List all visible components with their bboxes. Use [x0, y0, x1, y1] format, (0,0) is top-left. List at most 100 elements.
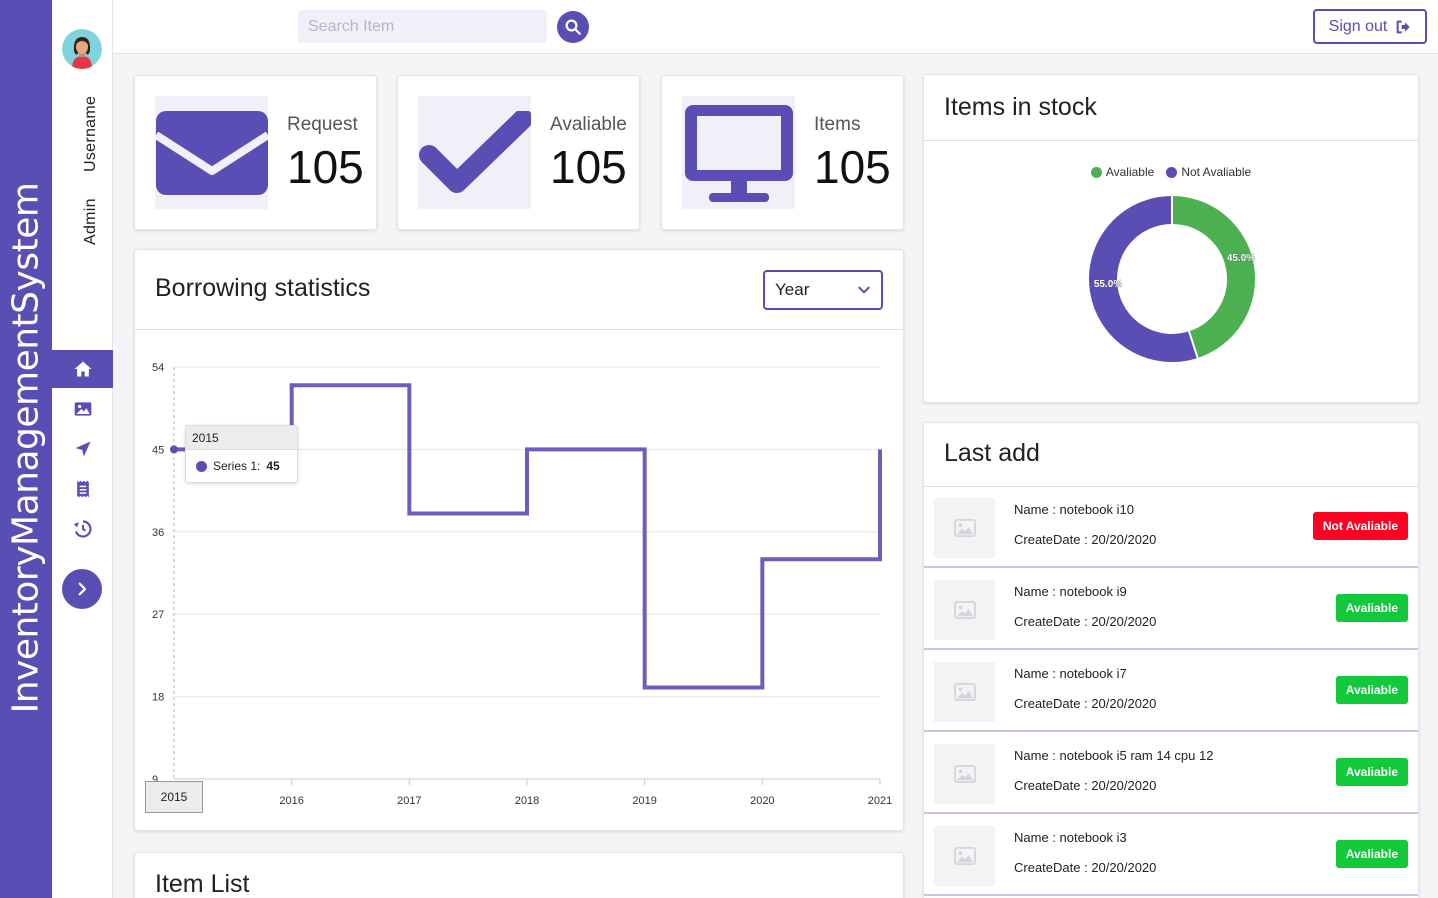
image-placeholder-icon	[953, 847, 976, 865]
sidebar: Username Admin	[52, 0, 113, 898]
status-badge: Avaliable	[1335, 594, 1408, 622]
status-badge: Not Avaliable	[1312, 512, 1408, 540]
history-icon	[73, 520, 92, 538]
envelope-icon	[155, 110, 268, 195]
item-name: Name : notebook i10	[1014, 502, 1134, 517]
status-badge: Avaliable	[1335, 840, 1408, 868]
chevron-down-icon	[858, 286, 870, 294]
x-tick-label: 2017	[397, 795, 421, 807]
item-thumbnail	[934, 662, 995, 722]
brand-title: InventoryManagementSystem	[5, 182, 47, 714]
period-select[interactable]: Year	[763, 270, 883, 310]
image-placeholder-icon	[953, 683, 976, 701]
username-label: Username	[82, 95, 99, 172]
chevron-right-icon	[78, 582, 87, 596]
brand-strip: InventoryManagementSystem	[0, 0, 52, 898]
item-create-date: CreateDate : 20/20/2020	[1014, 614, 1157, 629]
borrowing-panel: Borrowing statistics Year 54 45 36 27 18 9 201…	[134, 249, 904, 831]
item-create-date: CreateDate : 20/20/2020	[1014, 860, 1157, 875]
tooltip-series-dot	[196, 460, 207, 472]
item-thumbnail	[934, 498, 995, 558]
stat-card-available: Avaliable 105	[397, 75, 640, 230]
x-tick-label: 2018	[515, 795, 539, 807]
item-create-date: CreateDate : 20/20/2020	[1014, 778, 1157, 793]
item-create-date: CreateDate : 20/20/2020	[1014, 696, 1157, 711]
stat-label: Avaliable	[550, 114, 627, 135]
list-item[interactable]: Name : notebook i5 ram 14 cpu 12 CreateDa…	[924, 734, 1418, 814]
y-tick-label: 45	[152, 444, 164, 456]
list-item[interactable]: Name : notebook i10 CreateDate : 20/20/20…	[924, 488, 1418, 568]
tooltip-category: 2015	[186, 426, 297, 450]
item-name: Name : notebook i3	[1014, 830, 1127, 845]
image-icon	[74, 402, 91, 416]
location-arrow-icon	[75, 441, 90, 457]
series-point[interactable]	[170, 445, 178, 454]
monitor-icon	[684, 104, 793, 202]
item-list-panel: Item List	[134, 852, 904, 898]
item-name: Name : notebook i7	[1014, 666, 1127, 681]
sidebar-item-send[interactable]	[52, 430, 113, 468]
last-add-panel: Last add Name : notebook i10 CreateDate :…	[923, 422, 1419, 898]
y-tick-label: 54	[152, 362, 164, 374]
sidebar-item-images[interactable]	[52, 390, 113, 428]
item-thumbnail	[934, 826, 995, 886]
image-placeholder-icon	[953, 519, 976, 537]
image-placeholder-icon	[953, 601, 976, 619]
item-create-date: CreateDate : 20/20/2020	[1014, 532, 1157, 547]
sign-out-button[interactable]: Sign out	[1313, 9, 1427, 44]
list-item[interactable]: Name : notebook i3 CreateDate : 20/20/202…	[924, 816, 1418, 896]
search-input[interactable]	[298, 10, 547, 43]
last-add-title: Last add	[944, 439, 1040, 467]
stat-label: Request	[287, 114, 358, 135]
stat-value: 105	[287, 141, 364, 193]
status-badge: Avaliable	[1335, 676, 1408, 704]
sidebar-item-receipts[interactable]	[52, 470, 113, 508]
tooltip-value: 45	[266, 459, 280, 473]
sidebar-expand-button[interactable]	[62, 569, 102, 609]
avatar-image	[62, 29, 102, 69]
y-tick-label: 27	[152, 609, 164, 621]
y-tick-label: 18	[152, 692, 164, 704]
check-icon	[418, 110, 531, 193]
stat-value: 105	[550, 141, 627, 193]
role-label: Admin	[82, 198, 99, 245]
stat-label: Items	[814, 114, 861, 135]
x-tick-label: 2021	[868, 795, 892, 807]
tooltip-series-name: Series 1:	[213, 459, 261, 473]
donut-slice[interactable]	[1171, 196, 1255, 358]
image-placeholder-icon	[953, 765, 976, 783]
item-name: Name : notebook i9	[1014, 584, 1127, 599]
search-button[interactable]	[557, 11, 589, 43]
search-icon	[565, 19, 581, 35]
donut-slice-label: 45.0%	[1227, 253, 1255, 264]
x-tick-label: 2019	[632, 795, 656, 807]
sidebar-item-home[interactable]	[52, 350, 113, 388]
donut-slice-label: 55.0%	[1094, 279, 1122, 290]
x-tick-label: 2020	[750, 795, 774, 807]
x-tick-label: 2016	[279, 795, 303, 807]
topbar: Sign out	[113, 0, 1438, 54]
receipt-icon	[76, 480, 89, 498]
sign-out-icon	[1397, 20, 1411, 33]
borrowing-chart[interactable]: 544536271892016 2017 2018 2019 2020 2021	[135, 330, 905, 820]
stat-card-items: Items 105	[661, 75, 904, 230]
list-item[interactable]: Name : notebook i9 CreateDate : 20/20/202…	[924, 570, 1418, 650]
status-badge: Avaliable	[1335, 758, 1408, 786]
stat-value: 105	[814, 141, 891, 193]
stock-panel: Items in stock Avaliable Not Avaliable 4…	[923, 74, 1419, 403]
stat-card-request: Request 105	[134, 75, 377, 230]
item-name: Name : notebook i5 ram 14 cpu 12	[1014, 748, 1214, 763]
list-item[interactable]: Name : notebook i7 CreateDate : 20/20/202…	[924, 652, 1418, 732]
sign-out-label: Sign out	[1328, 17, 1388, 35]
avatar[interactable]	[62, 29, 102, 69]
item-thumbnail	[934, 744, 995, 804]
sidebar-item-history[interactable]	[52, 510, 113, 548]
period-select-value: Year	[775, 280, 810, 299]
home-icon	[74, 361, 91, 377]
stock-donut-chart[interactable]: 45.0% 55.0%	[924, 75, 1420, 404]
x-axis-crosshair-label: 2015	[145, 781, 203, 813]
chart-tooltip: 2015 Series 1: 45	[185, 425, 298, 483]
item-thumbnail	[934, 580, 995, 640]
item-list-title: Item List	[155, 870, 250, 898]
borrowing-title: Borrowing statistics	[155, 274, 371, 302]
